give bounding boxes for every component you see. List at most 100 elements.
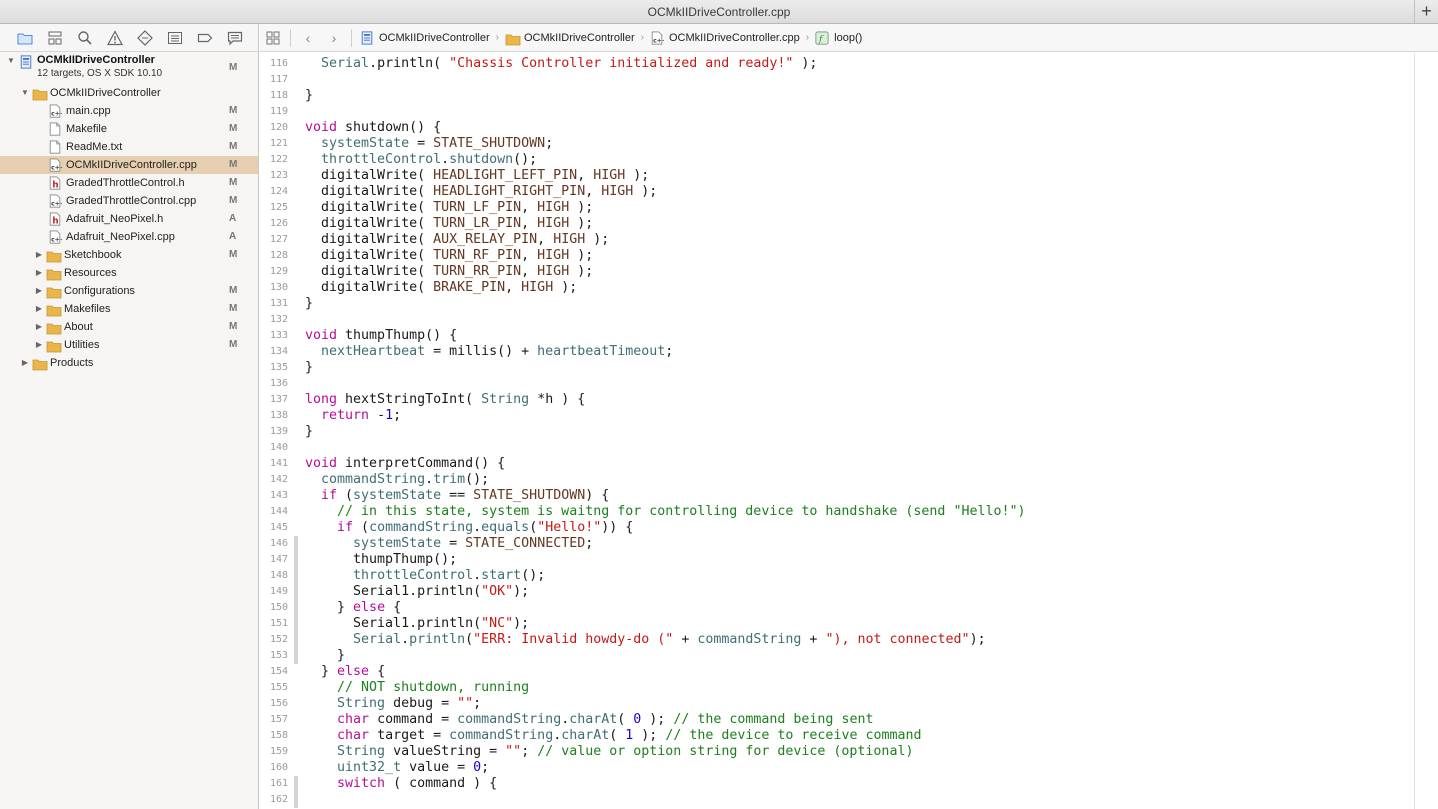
line-number[interactable]: 129: [260, 264, 288, 280]
line-number[interactable]: 153: [260, 648, 288, 664]
file-row[interactable]: c++ main.cpp M: [0, 102, 258, 120]
hierarchy-icon[interactable]: [40, 24, 70, 52]
line-number[interactable]: 123: [260, 168, 288, 184]
code-line[interactable]: 162: [260, 792, 1414, 808]
group-row[interactable]: ▶ Resources: [0, 264, 258, 282]
code-line[interactable]: 149 Serial1.println("OK");: [260, 584, 1414, 600]
code-line[interactable]: 120 void shutdown() {: [260, 120, 1414, 136]
code-line[interactable]: 125 digitalWrite( TURN_LF_PIN, HIGH );: [260, 200, 1414, 216]
report-icon[interactable]: [220, 24, 250, 52]
group-row[interactable]: ▼ OCMkIIDriveController: [0, 84, 258, 102]
code-line[interactable]: 137 long hextStringToInt( String *h ) {: [260, 392, 1414, 408]
line-number[interactable]: 149: [260, 584, 288, 600]
code-line[interactable]: 119: [260, 104, 1414, 120]
line-number[interactable]: 161: [260, 776, 288, 792]
warning-icon[interactable]: [100, 24, 130, 52]
group-row[interactable]: ▶ About M: [0, 318, 258, 336]
line-number[interactable]: 157: [260, 712, 288, 728]
group-row[interactable]: ▶ Configurations M: [0, 282, 258, 300]
line-number[interactable]: 160: [260, 760, 288, 776]
code-line[interactable]: 139}: [260, 424, 1414, 440]
file-row[interactable]: ReadMe.txt M: [0, 138, 258, 156]
disclosure-closed-icon[interactable]: ▶: [34, 318, 44, 336]
line-number[interactable]: 120: [260, 120, 288, 136]
search-icon[interactable]: [70, 24, 100, 52]
code-line[interactable]: 151 Serial1.println("NC");: [260, 616, 1414, 632]
line-number[interactable]: 119: [260, 104, 288, 120]
group-row[interactable]: ▶ Sketchbook M: [0, 246, 258, 264]
line-number[interactable]: 136: [260, 376, 288, 392]
code-line[interactable]: 134 nextHeartbeat = millis() + heartbeat…: [260, 344, 1414, 360]
code-line[interactable]: 154 } else {: [260, 664, 1414, 680]
code-line[interactable]: 133 void thumpThump() {: [260, 328, 1414, 344]
test-diamond-icon[interactable]: [130, 24, 160, 52]
file-row[interactable]: c++ OCMkIIDriveController.cpp M: [0, 156, 258, 174]
line-number[interactable]: 138: [260, 408, 288, 424]
file-row[interactable]: h GradedThrottleControl.h M: [0, 174, 258, 192]
code-area[interactable]: 116 Serial.println( "Chassis Controller …: [260, 53, 1414, 809]
file-row[interactable]: c++ Adafruit_NeoPixel.cpp A: [0, 228, 258, 246]
disclosure-closed-icon[interactable]: ▶: [34, 336, 44, 354]
disclosure-open-icon[interactable]: ▼: [6, 52, 16, 70]
code-line[interactable]: 155 // NOT shutdown, running: [260, 680, 1414, 696]
line-number[interactable]: 135: [260, 360, 288, 376]
file-row[interactable]: Makefile M: [0, 120, 258, 138]
line-number[interactable]: 122: [260, 152, 288, 168]
line-number[interactable]: 155: [260, 680, 288, 696]
line-number[interactable]: 118: [260, 88, 288, 104]
breadcrumb-item[interactable]: OCMkIIDriveController: [505, 31, 635, 45]
code-line[interactable]: 153 }: [260, 648, 1414, 664]
disclosure-closed-icon[interactable]: ▶: [34, 282, 44, 300]
line-number[interactable]: 146: [260, 536, 288, 552]
code-line[interactable]: 159 String valueString = ""; // value or…: [260, 744, 1414, 760]
code-line[interactable]: 138 return -1;: [260, 408, 1414, 424]
line-number[interactable]: 121: [260, 136, 288, 152]
debug-list-icon[interactable]: [160, 24, 190, 52]
line-number[interactable]: 159: [260, 744, 288, 760]
line-number[interactable]: 125: [260, 200, 288, 216]
code-line[interactable]: 127 digitalWrite( AUX_RELAY_PIN, HIGH );: [260, 232, 1414, 248]
code-line[interactable]: 132: [260, 312, 1414, 328]
line-number[interactable]: 134: [260, 344, 288, 360]
line-number[interactable]: 144: [260, 504, 288, 520]
line-number[interactable]: 142: [260, 472, 288, 488]
line-number[interactable]: 148: [260, 568, 288, 584]
line-number[interactable]: 116: [260, 56, 288, 72]
folder-icon[interactable]: [10, 24, 40, 52]
code-line[interactable]: 116 Serial.println( "Chassis Controller …: [260, 56, 1414, 72]
code-line[interactable]: 123 digitalWrite( HEADLIGHT_LEFT_PIN, HI…: [260, 168, 1414, 184]
disclosure-closed-icon[interactable]: ▶: [34, 300, 44, 318]
line-number[interactable]: 140: [260, 440, 288, 456]
line-number[interactable]: 152: [260, 632, 288, 648]
line-number[interactable]: 126: [260, 216, 288, 232]
code-line[interactable]: 129 digitalWrite( TURN_RR_PIN, HIGH );: [260, 264, 1414, 280]
line-number[interactable]: 124: [260, 184, 288, 200]
disclosure-closed-icon[interactable]: ▶: [20, 354, 30, 372]
line-number[interactable]: 127: [260, 232, 288, 248]
forward-arrow-icon[interactable]: ›: [321, 24, 347, 52]
line-number[interactable]: 133: [260, 328, 288, 344]
vertical-scrollbar[interactable]: [1415, 53, 1438, 809]
line-number[interactable]: 137: [260, 392, 288, 408]
line-number[interactable]: 145: [260, 520, 288, 536]
code-line[interactable]: 122 throttleControl.shutdown();: [260, 152, 1414, 168]
line-number[interactable]: 162: [260, 792, 288, 808]
group-row[interactable]: ▶ Utilities M: [0, 336, 258, 354]
code-line[interactable]: 141 void interpretCommand() {: [260, 456, 1414, 472]
line-number[interactable]: 143: [260, 488, 288, 504]
code-line[interactable]: 157 char command = commandString.charAt(…: [260, 712, 1414, 728]
code-line[interactable]: 144 // in this state, system is waitng f…: [260, 504, 1414, 520]
line-number[interactable]: 139: [260, 424, 288, 440]
code-line[interactable]: 136: [260, 376, 1414, 392]
breadcrumb-item[interactable]: OCMkIIDriveController: [360, 30, 490, 45]
code-line[interactable]: 160 uint32_t value = 0;: [260, 760, 1414, 776]
project-root-row[interactable]: ▼ OCMkIIDriveController 12 targets, OS X S…: [0, 52, 258, 84]
code-line[interactable]: 158 char target = commandString.charAt( …: [260, 728, 1414, 744]
code-line[interactable]: 143 if (systemState == STATE_SHUTDOWN) {: [260, 488, 1414, 504]
file-row[interactable]: c++ GradedThrottleControl.cpp M: [0, 192, 258, 210]
code-line[interactable]: 117: [260, 72, 1414, 88]
code-line[interactable]: 156 String debug = "";: [260, 696, 1414, 712]
group-row[interactable]: ▶ Makefiles M: [0, 300, 258, 318]
code-line[interactable]: 161 switch ( command ) {: [260, 776, 1414, 792]
line-number[interactable]: 132: [260, 312, 288, 328]
